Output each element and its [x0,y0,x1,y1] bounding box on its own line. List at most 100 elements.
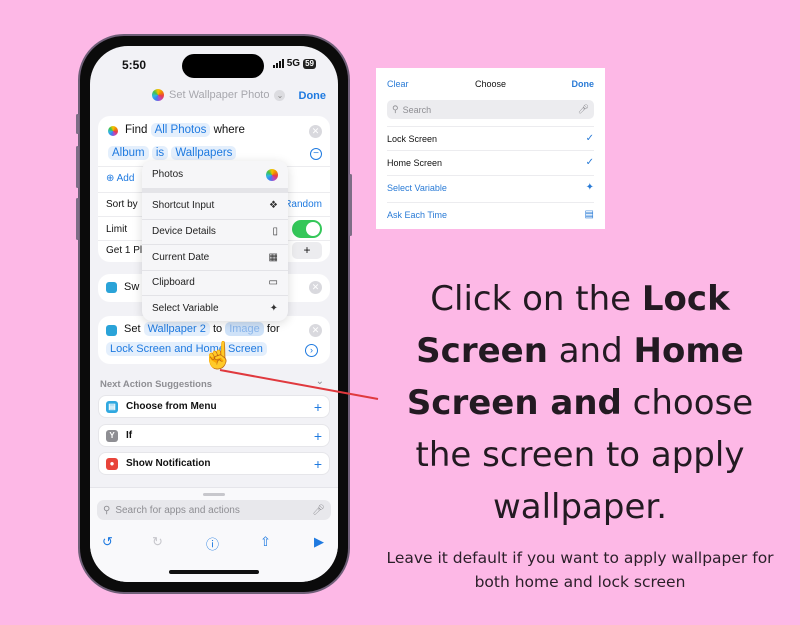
volume-down-button [76,198,79,240]
filter-field-pill[interactable]: Album [108,146,149,160]
undo-icon[interactable]: ↺ [102,534,113,550]
photos-icon [266,168,278,181]
run-icon[interactable]: ▶ [314,534,324,550]
note-text: Leave it default if you want to apply wa… [386,549,774,591]
calendar-icon: ▦ [268,251,278,263]
option-label: Home Screen [387,157,443,168]
add-filter-button[interactable]: ⊕ Add [106,173,134,184]
microphone-icon[interactable]: 🎤︎ [312,505,325,516]
checkmark-icon: ✓ [585,157,594,168]
suggestions-header: Next Action Suggestions [100,379,213,390]
speech-bubble-icon: ▤ [584,209,594,220]
increment-button[interactable]: + [292,242,322,259]
delete-action-icon[interactable]: ✕ [309,281,322,294]
chevron-down-icon: ⌄ [274,89,286,101]
instruction-part: Click on the [430,279,642,319]
filter-op-pill[interactable]: is [151,146,169,160]
done-button[interactable]: Done [299,90,327,102]
menu-item-select-variable[interactable]: Select Variable ✦ [142,295,288,321]
variable-menu: Photos Shortcut Input ❖ Device Details ▯ C… [142,161,288,321]
action-search-input[interactable]: ⚲ Search for apps and actions 🎤︎ [97,500,331,520]
suggestion-if[interactable]: Y If + [98,424,330,447]
info-icon[interactable]: ⓘ [206,534,219,553]
menu-item-label: Select Variable [152,302,219,314]
delete-action-icon[interactable]: ✕ [309,125,322,138]
add-icon[interactable]: + [314,456,322,472]
screens-pill[interactable]: Lock Screen and Home Screen [106,342,267,356]
redo-icon[interactable]: ↻ [152,534,163,550]
switch-action-label: Sw [124,281,140,293]
menu-item-current-date[interactable]: Current Date ▦ [142,244,288,270]
sheet-grabber[interactable] [203,493,225,496]
network-type: 5G [286,58,301,69]
search-icon: ⚲ [392,104,399,114]
sort-label: Sort by [106,199,138,210]
add-icon[interactable]: + [314,399,322,415]
search-placeholder: Search [402,104,432,115]
add-filter-label: Add [116,173,135,184]
menu-item-shortcut-input[interactable]: Shortcut Input ❖ [142,193,288,219]
expand-chevron-icon[interactable]: › [305,344,318,357]
suggestion-show-notification[interactable]: ● Show Notification + [98,452,330,475]
instruction-text: Click on the Lock Screen and Home Screen… [380,273,780,533]
source-pill[interactable]: All Photos [150,123,211,137]
to-label: to [212,323,223,335]
wallpaper-pill[interactable]: Wallpaper 2 [143,322,210,336]
home-indicator [169,570,259,574]
settings-app-icon [106,325,117,336]
option-home-screen[interactable]: Home Screen ✓ [387,150,594,174]
photos-icon [108,126,118,136]
menu-item-label: Clipboard [152,277,195,289]
instruction-part: and [547,331,634,371]
if-icon: Y [106,429,118,442]
menu-item-device-details[interactable]: Device Details ▯ [142,218,288,245]
shortcut-title[interactable]: Set Wallpaper Photo ⌄ [152,89,286,101]
suggestion-choose-from-menu[interactable]: ▤ Choose from Menu + [98,395,330,418]
battery-icon: 59 [303,58,316,69]
clipboard-icon: ▭ [268,277,278,289]
limit-toggle[interactable] [292,220,322,238]
volume-up-button [76,146,79,188]
sort-value[interactable]: Random [284,199,322,210]
option-lock-screen[interactable]: Lock Screen ✓ [387,126,594,150]
choose-title: Choose [474,79,507,89]
checkmark-icon: ✓ [585,133,594,144]
menu-item-label: Device Details [152,226,216,238]
option-label: Lock Screen [387,133,438,144]
option-select-variable[interactable]: Select Variable ✦ [387,175,594,199]
suggestion-label: Choose from Menu [126,401,217,412]
nav-bar: Set Wallpaper Photo ⌄ Done [90,86,338,108]
option-label: Ask Each Time [387,209,448,220]
menu-item-label: Current Date [152,251,210,263]
find-label: Find [125,124,148,136]
menu-item-photos[interactable]: Photos [142,161,288,188]
suggestion-label: If [126,430,133,441]
done-button[interactable]: Done [572,79,595,89]
microphone-icon[interactable]: 🎤︎ [578,104,589,115]
option-ask-each-time[interactable]: Ask Each Time ▤ [387,202,594,226]
menu-icon: ▤ [106,400,118,413]
search-placeholder: Search for apps and actions [115,504,240,516]
share-icon[interactable]: ⇧ [260,534,271,550]
image-pill[interactable]: Image [225,322,264,336]
choose-search-input[interactable]: ⚲ Search 🎤︎ [387,100,594,119]
remove-filter-icon[interactable]: − [310,148,322,160]
limit-label: Limit [106,224,128,235]
get-count-label: Get 1 Pl [106,245,143,256]
choose-screen-panel: Clear Choose Done ⚲ Search 🎤︎ Lock Scree… [376,68,605,229]
menu-item-label: Photos [152,169,184,180]
phone-frame: 5:50 5G 59 Set Wallpaper Photo ⌄ Done Fi… [76,34,352,594]
where-label: where [213,124,245,136]
delete-action-icon[interactable]: ✕ [309,324,322,337]
menu-item-clipboard[interactable]: Clipboard ▭ [142,269,288,296]
add-icon[interactable]: + [314,428,322,444]
photos-icon [152,89,164,101]
phone-screen: 5:50 5G 59 Set Wallpaper Photo ⌄ Done Fi… [90,46,338,582]
shortcut-input-icon: ❖ [269,200,278,212]
settings-app-icon [106,282,117,293]
toolbar: ↺ ↻ ⓘ ⇧ ▶ [90,534,338,554]
status-bar: 5:50 5G 59 [90,58,338,74]
for-label: for [266,323,280,335]
filter-value-pill[interactable]: Wallpapers [171,146,237,160]
collapse-chevron-icon[interactable]: ⌄ [316,376,324,387]
